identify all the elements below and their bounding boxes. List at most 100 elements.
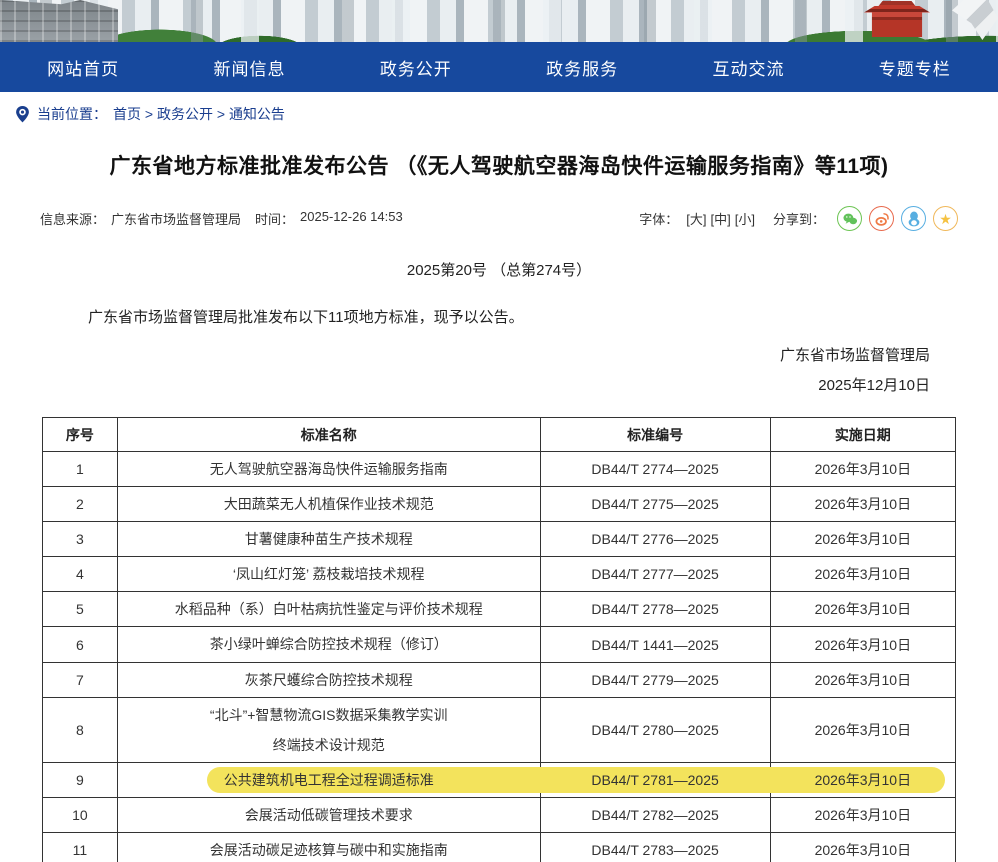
cell-date-text: 2026年3月10日: [815, 772, 912, 788]
cell-date: 2026年3月10日: [770, 452, 955, 487]
announcement-body: 广东省市场监督管理局批准发布以下11项地方标准，现予以公告。: [40, 306, 958, 327]
table-row: 6 茶小绿叶蝉综合防控技术规程（修订） DB44/T 1441—2025 2026年3…: [43, 627, 956, 662]
cell-seq: 3: [43, 522, 118, 557]
breadcrumb-item[interactable]: 首页: [113, 106, 141, 122]
cell-seq-text: 5: [76, 601, 84, 617]
table-row: 10 会展活动低碳管理技术要求 DB44/T 2782—2025 2026年3月10日: [43, 797, 956, 832]
cell-date-text: 2026年3月10日: [815, 807, 912, 823]
cell-name: 茶小绿叶蝉综合防控技术规程（修订）: [117, 627, 540, 662]
cell-seq-text: 7: [76, 672, 84, 688]
cell-name-text: 水稻品种（系）白叶枯病抗性鉴定与评价技术规程: [175, 601, 483, 617]
cell-seq: 8: [43, 697, 118, 762]
source-value: 广东省市场监督管理局: [111, 209, 241, 228]
share-label: 分享到：: [773, 209, 825, 228]
cell-seq-text: 1: [76, 461, 84, 477]
cell-code-text: DB44/T 2783—2025: [591, 842, 718, 858]
cell-code: DB44/T 2775—2025: [540, 487, 770, 522]
signature-block: 广东省市场监督管理局 2025年12月10日: [40, 341, 958, 401]
cell-seq: 11: [43, 833, 118, 862]
font-size-button[interactable]: [小]: [735, 209, 755, 228]
breadcrumb-trail: 首页 > 政务公开 > 通知公告: [113, 104, 285, 124]
cell-seq-text: 8: [76, 722, 84, 738]
cell-code-text: DB44/T 2777—2025: [591, 566, 718, 582]
nav-item[interactable]: 新闻信息: [166, 55, 332, 80]
cell-date-text: 2026年3月10日: [815, 601, 912, 617]
cell-date: 2026年3月10日: [770, 487, 955, 522]
cell-seq-text: 9: [76, 772, 84, 788]
table-row: 2 大田蔬菜无人机植保作业技术规范DB44/T 2775—20252026年3月1…: [43, 487, 956, 522]
signature-date: 2025年12月10日: [40, 371, 930, 401]
cell-date-text: 2026年3月10日: [815, 566, 912, 582]
table-row: 9 公共建筑机电工程全过程调适标准 DB44/T 2781—2025 2026年3月1…: [43, 762, 956, 797]
font-label: 字体：: [639, 209, 678, 228]
meta-tools: 字体： [大] [中][小] 分享到：: [639, 206, 958, 231]
breadcrumb-separator: >: [141, 106, 157, 122]
cell-seq: 1: [43, 452, 118, 487]
cell-seq-text: 6: [76, 637, 84, 653]
cell-code: DB44/T 2774—2025: [540, 452, 770, 487]
nav-item[interactable]: 专题专栏: [832, 55, 998, 80]
cell-date-text: 2026年3月10日: [815, 842, 912, 858]
cell-seq-text: 3: [76, 531, 84, 547]
cell-code-text: DB44/T 2779—2025: [591, 672, 718, 688]
cell-date: 2026年3月10日: [770, 697, 955, 762]
nav-bar: 网站首页新闻信息政务公开政务服务互动交流专题专栏: [0, 42, 998, 92]
font-size-button[interactable]: [中]: [711, 209, 731, 228]
cell-date: 2026年3月10日: [770, 797, 955, 832]
cell-name-text: 甘薯健康种苗生产技术规程: [245, 531, 413, 547]
cell-seq-text: 11: [73, 842, 88, 858]
meta-row: 信息来源： 广东省市场监督管理局 时间： 2025-12-26 14:53 字体…: [40, 206, 958, 231]
breadcrumb-item[interactable]: 政务公开: [157, 106, 213, 122]
breadcrumb-label: 当前位置：: [37, 104, 107, 124]
cell-seq: 6: [43, 627, 118, 662]
font-size-controls: [大] [中][小]: [686, 209, 755, 228]
cell-seq: 9: [43, 762, 118, 797]
cell-code-text: DB44/T 2781—2025: [591, 772, 718, 788]
time-label: 时间：: [255, 209, 294, 228]
signature-org: 广东省市场监督管理局: [40, 341, 930, 371]
qq-share-icon[interactable]: [901, 206, 926, 231]
cell-seq: 10: [43, 797, 118, 832]
cell-code-text: DB44/T 2774—2025: [591, 461, 718, 477]
cell-code-text: DB44/T 1441—2025: [591, 637, 718, 653]
cell-name: 灰茶尺蠖综合防控技术规程: [117, 662, 540, 697]
share-icons: ★: [837, 206, 958, 231]
cell-code: DB44/T 2780—2025: [540, 697, 770, 762]
cell-name-text: ‘凤山红灯笼’ 荔枝栽培技术规程: [233, 566, 425, 582]
cell-seq-text: 2: [76, 496, 84, 512]
nav-item[interactable]: 政务服务: [499, 55, 665, 80]
cell-date: 2026年3月10日: [770, 557, 955, 592]
favorite-share-icon[interactable]: ★: [933, 206, 958, 231]
cell-name: 水稻品种（系）白叶枯病抗性鉴定与评价技术规程: [117, 592, 540, 627]
cell-date: 2026年3月10日: [770, 627, 955, 662]
cell-date-text: 2026年3月10日: [815, 461, 912, 477]
cell-code: DB44/T 1441—2025: [540, 627, 770, 662]
cell-date: 2026年3月10日: [770, 662, 955, 697]
cell-name-text: 会展活动低碳管理技术要求: [245, 807, 413, 823]
nav-item[interactable]: 网站首页: [0, 55, 166, 80]
wechat-share-icon[interactable]: [837, 206, 862, 231]
weibo-share-icon[interactable]: [869, 206, 894, 231]
cell-name-text: 茶小绿叶蝉综合防控技术规程（修订）: [210, 636, 448, 652]
cell-date: 2026年3月10日: [770, 762, 955, 797]
cell-seq: 4: [43, 557, 118, 592]
banner-sculpture-right: [952, 0, 998, 40]
nav-item[interactable]: 互动交流: [665, 55, 831, 80]
cell-code: DB44/T 2782—2025: [540, 797, 770, 832]
cell-code-text: DB44/T 2776—2025: [591, 531, 718, 547]
table-row: 1 无人驾驶航空器海岛快件运输服务指南 DB44/T 2774—2025 2026年3…: [43, 452, 956, 487]
cell-name: ‘凤山红灯笼’ 荔枝栽培技术规程: [117, 557, 540, 592]
banner-pagoda: [864, 1, 930, 37]
table-header-cell: 标准名称: [117, 418, 540, 452]
cell-name: “北斗”+智慧物流GIS数据采集教学实训 终端技术设计规范: [117, 697, 540, 762]
table-row: 11会展活动碳足迹核算与碳中和实施指南DB44/T 2783—20252026年…: [43, 833, 956, 862]
cell-name-text: 无人驾驶航空器海岛快件运输服务指南: [210, 461, 448, 477]
cell-name: 大田蔬菜无人机植保作业技术规范: [117, 487, 540, 522]
table-header-cell: 实施日期: [770, 418, 955, 452]
cell-seq: 2: [43, 487, 118, 522]
font-size-button[interactable]: [大]: [686, 209, 706, 228]
nav-item[interactable]: 政务公开: [333, 55, 499, 80]
table-row: 4 ‘凤山红灯笼’ 荔枝栽培技术规程 DB44/T 2777—2025 2026年3月…: [43, 557, 956, 592]
cell-name-text: 公共建筑机电工程全过程调适标准: [224, 772, 434, 788]
breadcrumb-item[interactable]: 通知公告: [229, 106, 285, 122]
